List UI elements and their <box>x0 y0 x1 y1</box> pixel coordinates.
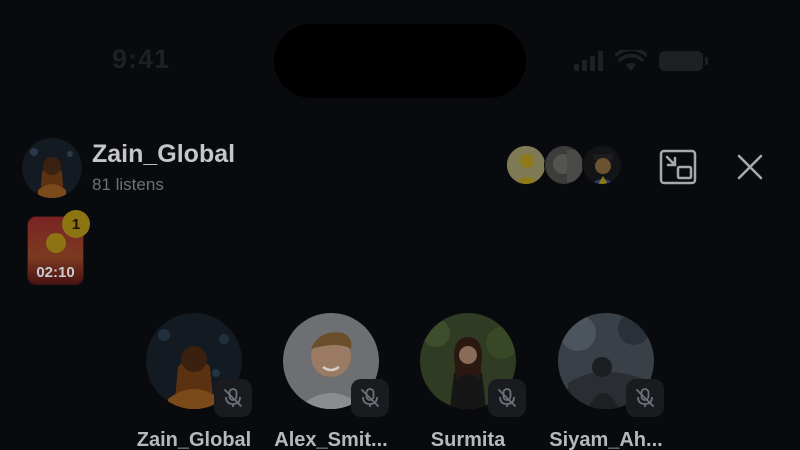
close-button[interactable] <box>728 145 772 189</box>
wifi-icon <box>615 50 647 71</box>
dynamic-island <box>274 24 526 98</box>
mute-indicator <box>488 379 526 417</box>
minimize-room-button[interactable] <box>656 145 700 189</box>
mic-off-icon <box>224 388 242 407</box>
listener-avatar[interactable] <box>582 145 622 185</box>
status-icons <box>574 50 708 72</box>
battery-icon <box>659 51 708 71</box>
mute-indicator <box>214 379 252 417</box>
mic-off-icon <box>361 388 379 407</box>
status-time: 9:41 <box>112 44 171 74</box>
listener-avatar[interactable] <box>506 145 546 185</box>
mute-indicator <box>351 379 389 417</box>
gift-count-badge: 1 <box>62 210 90 238</box>
listener-avatars[interactable] <box>506 145 622 187</box>
gift-timer-label: 02:10 <box>36 264 75 281</box>
mute-indicator <box>626 379 664 417</box>
mic-off-icon <box>636 388 654 407</box>
speaker-name: Siyam_Ah... <box>549 429 663 450</box>
mic-off-icon <box>498 388 516 407</box>
signal-icon <box>574 51 603 71</box>
host-avatar[interactable] <box>22 138 82 198</box>
listener-avatar[interactable] <box>544 145 584 185</box>
host-name[interactable]: Zain_Global <box>92 140 235 169</box>
listens-count: 81 listens <box>92 175 164 194</box>
close-icon <box>737 154 763 180</box>
picture-in-picture-icon <box>659 149 697 185</box>
speaker-seat[interactable]: Siyam_Ah... <box>526 313 686 450</box>
